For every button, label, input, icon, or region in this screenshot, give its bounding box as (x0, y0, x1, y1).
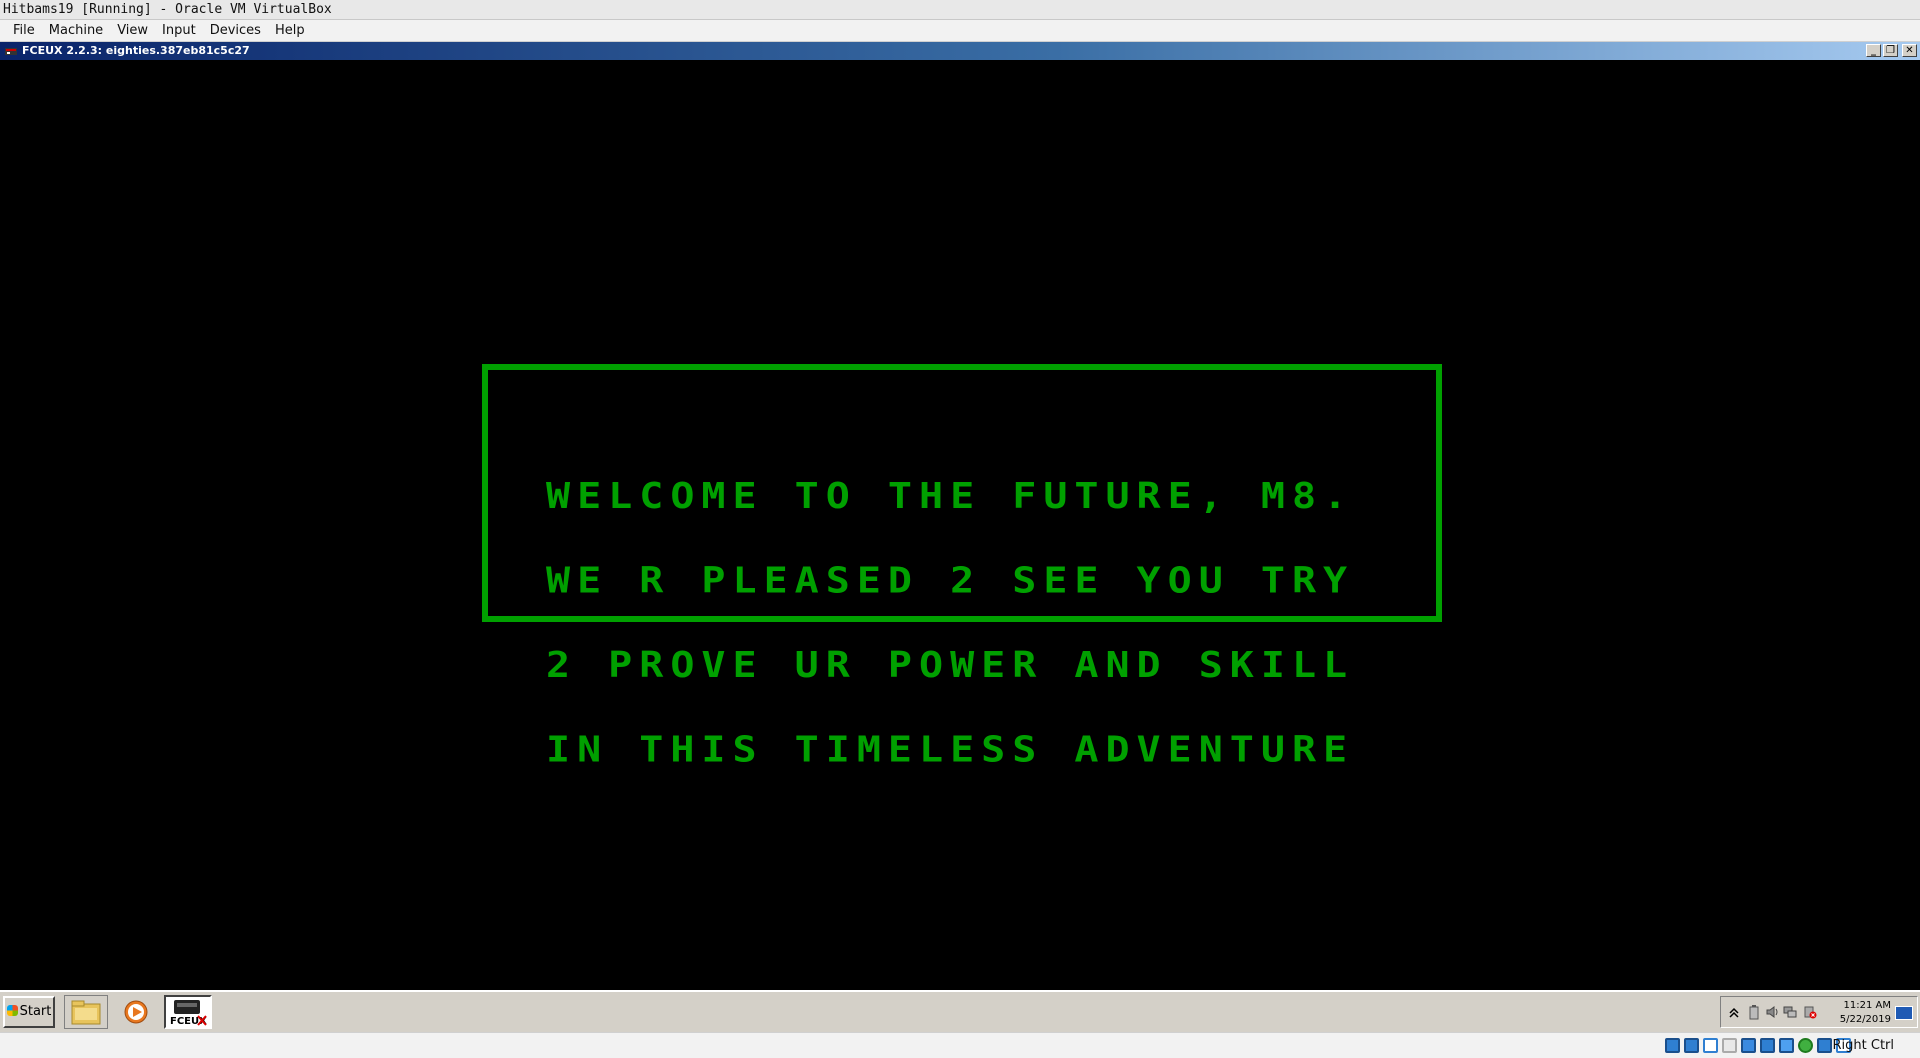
minimize-button[interactable]: _ (1866, 44, 1881, 57)
game-message-line: WELCOME TO THE FUTURE, M8. (546, 476, 1355, 517)
game-message-box: WELCOME TO THE FUTURE, M8. WE R PLEASED … (482, 364, 1442, 767)
game-canvas[interactable]: WELCOME TO THE FUTURE, M8. WE R PLEASED … (2, 60, 1918, 1004)
host-key-label[interactable]: Right Ctrl (1833, 1037, 1895, 1055)
start-label: Start (19, 1004, 52, 1019)
mouse-integration-icon[interactable] (1817, 1038, 1832, 1053)
optical-drive-icon[interactable] (1684, 1038, 1699, 1053)
usb-icon[interactable] (1722, 1038, 1737, 1053)
guest-window-titlebar[interactable]: FCEUX 2.2.3: eighties.387eb81c5c27 _ ❐ ✕ (0, 42, 1920, 60)
restore-button[interactable]: ❐ (1883, 44, 1898, 57)
show-desktop-icon[interactable] (1895, 1006, 1913, 1020)
menu-view[interactable]: View (110, 21, 155, 41)
menu-input[interactable]: Input (155, 21, 203, 41)
game-message-line: 2 PROVE UR POWER AND SKILL (546, 645, 1355, 686)
menu-help[interactable]: Help (268, 21, 312, 41)
game-message-line: WE R PLEASED 2 SEE YOU TRY (546, 560, 1355, 602)
windows-logo-icon (6, 1005, 18, 1016)
network-icon[interactable] (1783, 1004, 1797, 1020)
tray-clock[interactable]: 11:21 AM 5/22/2019 (1831, 999, 1891, 1027)
video-capture-icon[interactable] (1779, 1038, 1794, 1053)
safely-remove-icon[interactable] (1803, 1004, 1817, 1020)
display-icon[interactable] (1760, 1038, 1775, 1053)
close-button[interactable]: ✕ (1902, 44, 1917, 57)
guest-window-title: FCEUX 2.2.3: eighties.387eb81c5c27 (22, 44, 250, 57)
audio-icon[interactable] (1703, 1038, 1718, 1053)
shared-folders-icon[interactable] (1741, 1038, 1756, 1053)
system-tray: 11:21 AM 5/22/2019 (1720, 996, 1918, 1028)
battery-icon[interactable] (1747, 1004, 1761, 1020)
play-icon (124, 1000, 148, 1024)
explorer-icon[interactable] (64, 995, 108, 1029)
game-message-line: IN THIS TIMELESS ADVENTURE (546, 729, 1355, 771)
vm-display[interactable]: FCEUX 2.2.3: eighties.387eb81c5c27 _ ❐ ✕… (0, 42, 1920, 1032)
media-player-icon[interactable] (114, 995, 158, 1029)
host-status-bar: Right Ctrl (0, 1032, 1920, 1058)
menu-machine[interactable]: Machine (42, 21, 110, 41)
folder-icon (71, 1000, 101, 1025)
clock-date: 5/22/2019 (1839, 1014, 1891, 1025)
guest-taskbar: Start FCEUX 11:21 AM 5/22/2019 (0, 990, 1920, 1032)
volume-icon[interactable] (1765, 1004, 1779, 1020)
fceux-task-button[interactable]: FCEUX (164, 995, 212, 1029)
game-message: WELCOME TO THE FUTURE, M8. WE R PLEASED … (546, 426, 1354, 820)
clock-time: 11:21 AM (1843, 1000, 1891, 1011)
fceux-icon: FCEUX (170, 1000, 207, 1027)
show-hidden-icon[interactable] (1727, 1004, 1741, 1020)
start-button[interactable]: Start (3, 996, 55, 1028)
virtualization-icon[interactable] (1798, 1038, 1813, 1053)
menu-devices[interactable]: Devices (203, 21, 268, 41)
fceux-app-icon (5, 48, 17, 55)
hard-disk-icon[interactable] (1665, 1038, 1680, 1053)
host-menu-bar: File Machine View Input Devices Help (0, 20, 1920, 42)
host-window-title: Hitbams19 [Running] - Oracle VM VirtualB… (0, 0, 1920, 20)
menu-file[interactable]: File (6, 21, 42, 41)
